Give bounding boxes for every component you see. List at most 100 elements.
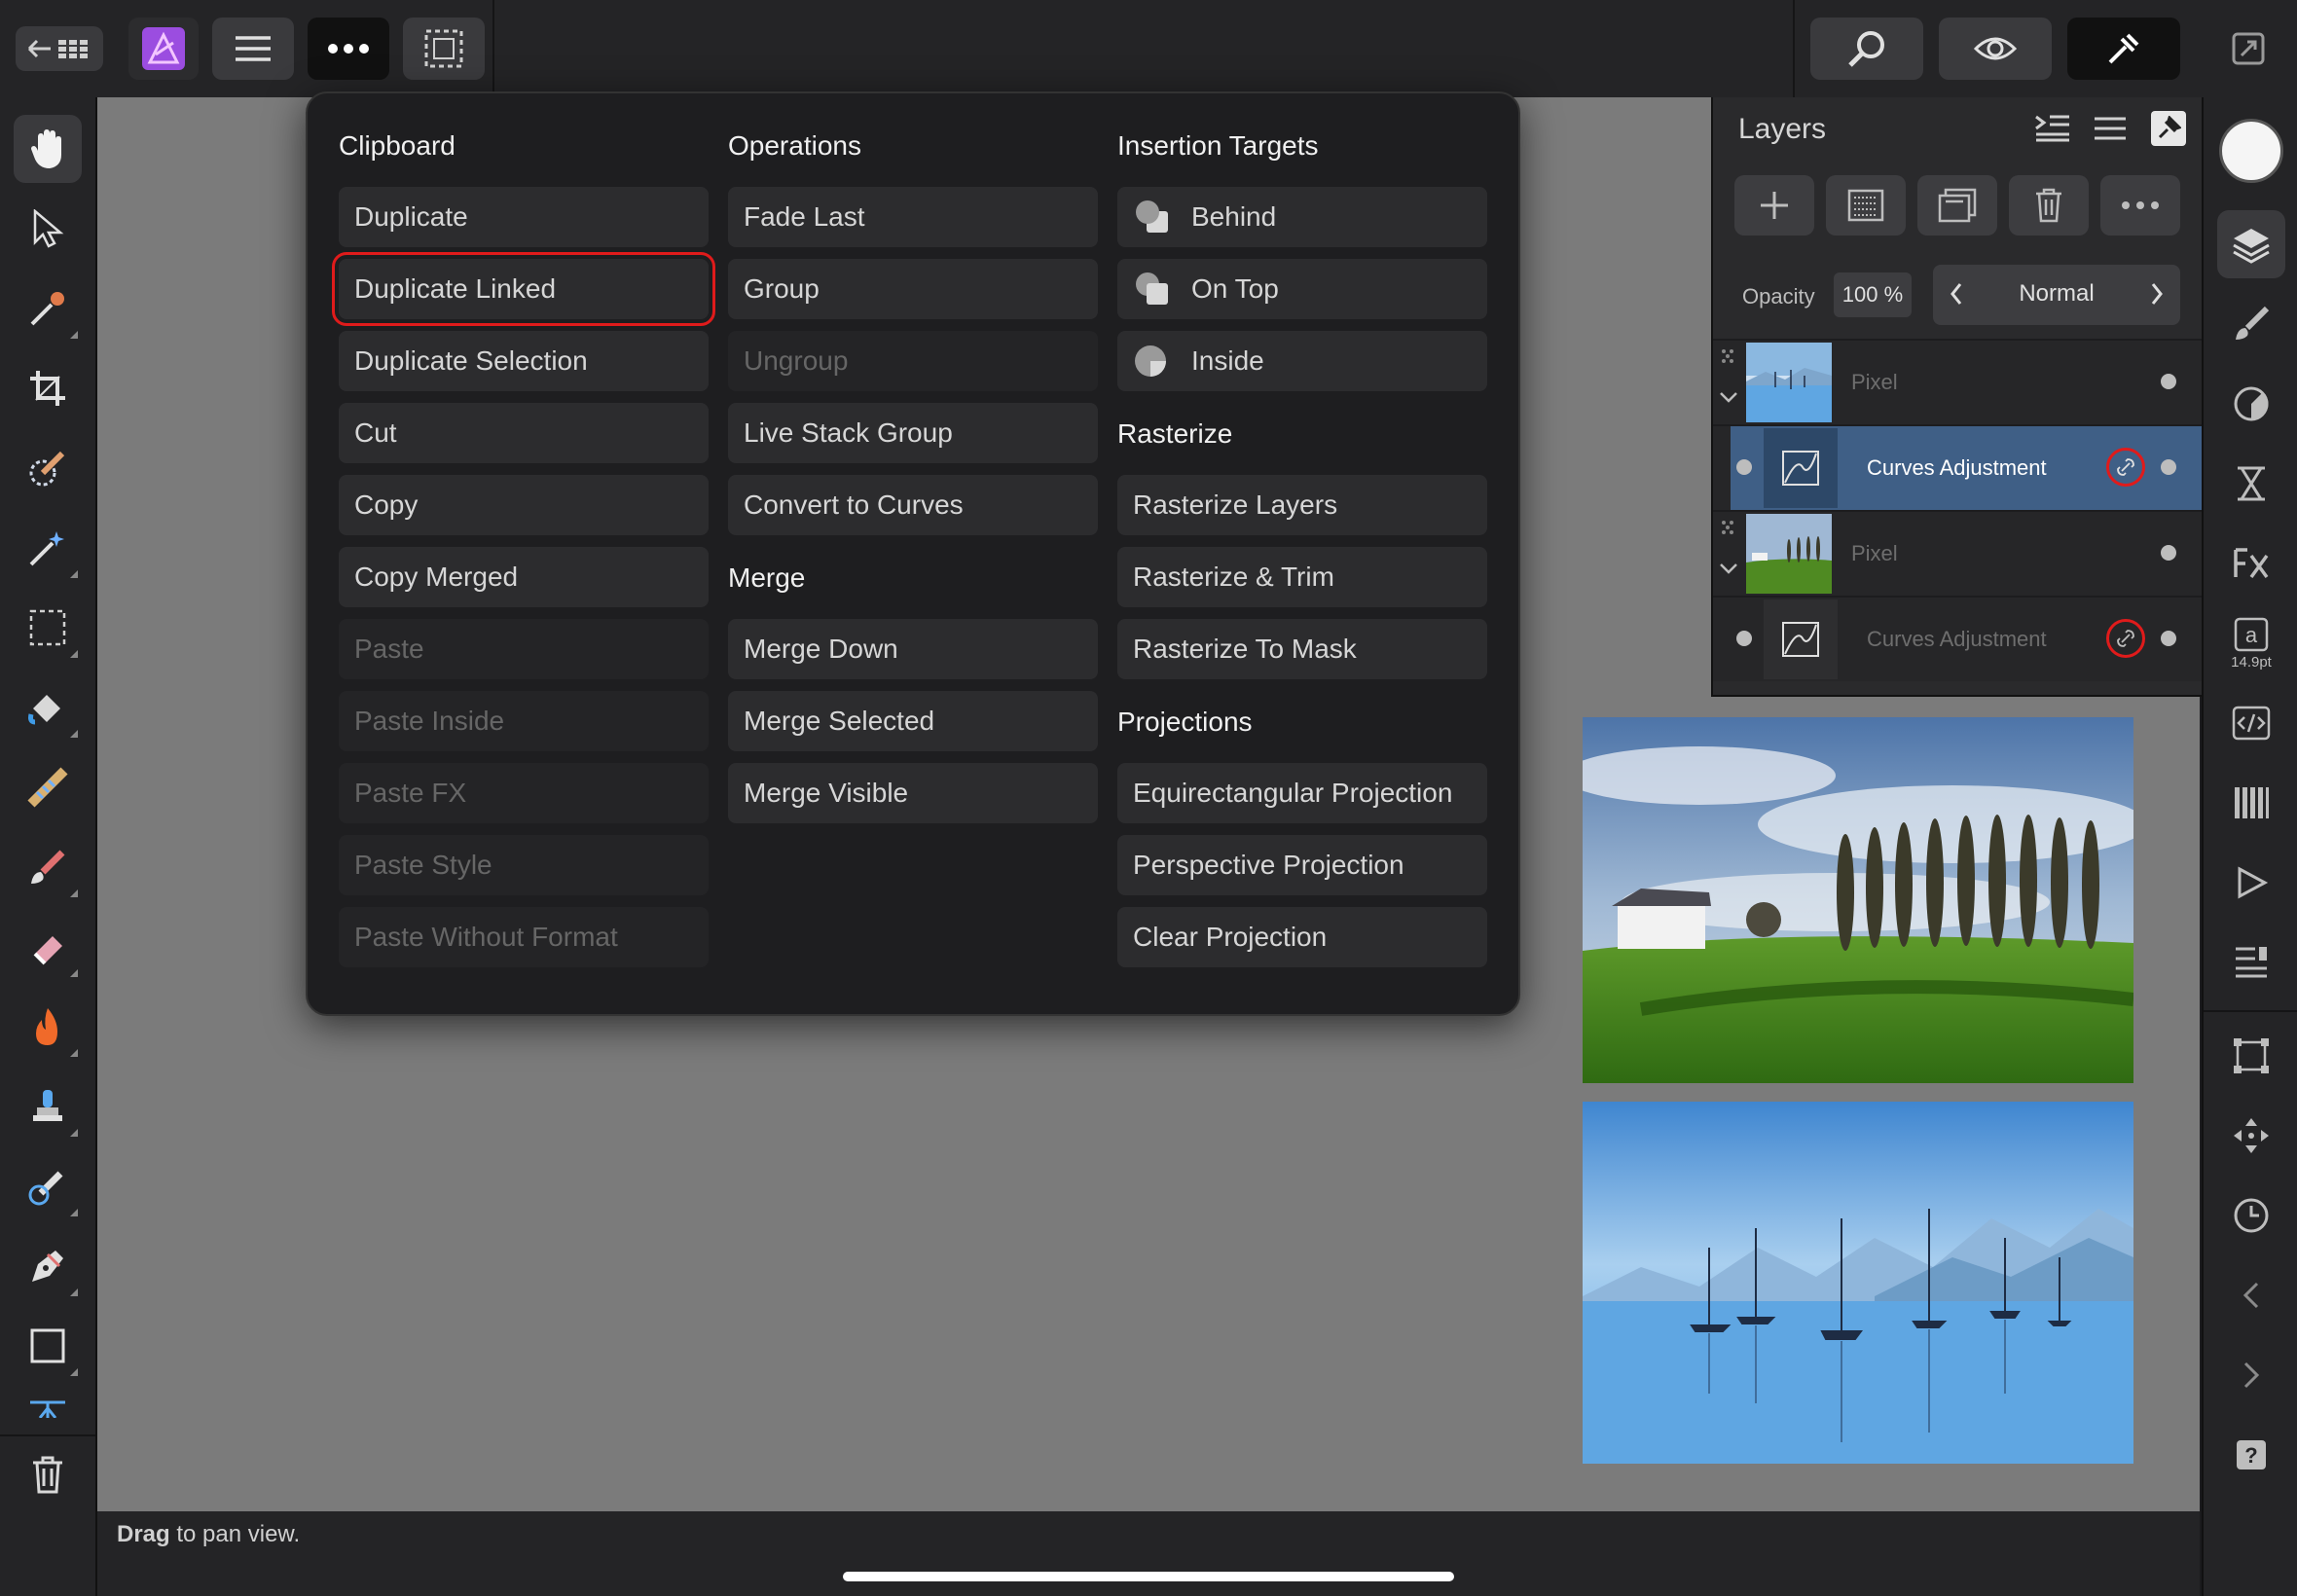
layer-visibility-dot[interactable] — [2161, 545, 2176, 561]
transform-studio-tab[interactable] — [2217, 1022, 2285, 1090]
menu-item-paste-fx[interactable]: Paste FX — [339, 763, 709, 823]
gradient-tool[interactable] — [14, 753, 82, 821]
expand-chevron-icon[interactable] — [1719, 389, 1738, 410]
add-mask-button[interactable] — [1826, 175, 1906, 236]
document-menu-button[interactable] — [212, 18, 294, 80]
menu-item-clear-projection[interactable]: Clear Projection — [1117, 907, 1487, 967]
macro-studio-tab[interactable] — [2217, 689, 2285, 757]
swatches-studio-tab[interactable] — [2217, 769, 2285, 837]
artistic-text-tool[interactable] — [14, 1392, 82, 1425]
assistant-button[interactable] — [2067, 18, 2180, 80]
menu-item-paste[interactable]: Paste — [339, 619, 709, 679]
delete-tool-button[interactable] — [14, 1440, 82, 1508]
blend-next-button[interactable] — [2149, 280, 2165, 312]
layer-row-curves-1[interactable]: Curves Adjustment — [1713, 424, 2202, 510]
menu-item-live-stack-group[interactable]: Live Stack Group — [728, 403, 1098, 463]
drag-handle-icon[interactable] — [1721, 520, 1734, 544]
flood-select-tool[interactable] — [14, 514, 82, 582]
app-persona-button[interactable] — [128, 18, 199, 80]
view-mode-button[interactable] — [1939, 18, 2052, 80]
menu-item-copy[interactable]: Copy — [339, 475, 709, 535]
layer-visibility-dot[interactable] — [2161, 631, 2176, 646]
layers-studio-tab[interactable] — [2217, 210, 2285, 278]
pen-tool[interactable] — [14, 1232, 82, 1300]
menu-item-rasterize-layers[interactable]: Rasterize Layers — [1117, 475, 1487, 535]
selection-menu-button[interactable] — [403, 18, 485, 80]
menu-item-duplicate-linked[interactable]: Duplicate Linked — [332, 252, 715, 326]
collapse-right-button[interactable] — [2217, 1341, 2285, 1409]
selection-brush-tool[interactable] — [14, 434, 82, 502]
text-studio-tab[interactable]: a 14.9pt — [2217, 609, 2285, 677]
opacity-value[interactable]: 100 % — [1834, 272, 1912, 317]
zoom-button[interactable] — [1810, 18, 1923, 80]
drag-handle-icon[interactable] — [1721, 348, 1734, 373]
layers-pin-button[interactable] — [2151, 111, 2186, 146]
history-studio-tab[interactable] — [2217, 1181, 2285, 1250]
toolbar-divider — [492, 0, 494, 97]
menu-item-perspective-projection[interactable]: Perspective Projection — [1117, 835, 1487, 895]
layer-visibility-dot[interactable] — [2161, 459, 2176, 475]
burn-brush-tool[interactable] — [14, 993, 82, 1061]
menu-item-paste-without-format[interactable]: Paste Without Format — [339, 907, 709, 967]
flood-fill-tool[interactable] — [14, 673, 82, 742]
menu-item-convert-to-curves[interactable]: Convert to Curves — [728, 475, 1098, 535]
erase-brush-tool[interactable] — [14, 913, 82, 981]
layer-options-button[interactable] — [2100, 175, 2180, 236]
help-button[interactable]: ? — [2217, 1421, 2285, 1489]
macro-play-studio-tab[interactable] — [2217, 849, 2285, 917]
group-layers-button[interactable] — [1917, 175, 1997, 236]
menu-item-duplicate[interactable]: Duplicate — [339, 187, 709, 247]
fx-studio-tab[interactable] — [2217, 529, 2285, 598]
back-to-gallery-button[interactable] — [16, 26, 103, 71]
linked-layer-indicator[interactable] — [2106, 448, 2145, 487]
collapse-left-button[interactable] — [2217, 1261, 2285, 1329]
menu-item-rasterize-trim[interactable]: Rasterize & Trim — [1117, 547, 1487, 607]
menu-item-merge-selected[interactable]: Merge Selected — [728, 691, 1098, 751]
layers-menu-button[interactable] — [2093, 115, 2128, 147]
view-tool[interactable] — [14, 115, 82, 183]
menu-item-paste-inside[interactable]: Paste Inside — [339, 691, 709, 751]
menu-item-duplicate-selection[interactable]: Duplicate Selection — [339, 331, 709, 391]
history-filter-studio-tab[interactable] — [2217, 450, 2285, 518]
layer-row-pixel-1[interactable]: Pixel — [1713, 339, 2202, 424]
blend-mode-value[interactable]: Normal — [1972, 280, 2141, 308]
layers-panel-title: Layers — [1738, 113, 1827, 145]
crop-tool[interactable] — [14, 354, 82, 422]
menu-item-rasterize-to-mask[interactable]: Rasterize To Mask — [1117, 619, 1487, 679]
color-swatch-button[interactable] — [2217, 117, 2285, 185]
menu-item-merge-down[interactable]: Merge Down — [728, 619, 1098, 679]
healing-brush-tool[interactable] — [14, 1152, 82, 1220]
layers-collapse-button[interactable] — [2034, 113, 2071, 147]
menu-item-cut[interactable]: Cut — [339, 403, 709, 463]
navigator-studio-tab[interactable] — [2217, 1102, 2285, 1170]
more-menu-button[interactable] — [308, 18, 389, 80]
blend-prev-button[interactable] — [1949, 280, 1964, 312]
expand-chevron-icon[interactable] — [1719, 561, 1738, 581]
menu-item-inside[interactable]: Inside — [1117, 331, 1487, 391]
adjustments-studio-tab[interactable] — [2217, 370, 2285, 438]
clone-brush-tool[interactable] — [14, 1072, 82, 1141]
menu-item-behind[interactable]: Behind — [1117, 187, 1487, 247]
marquee-tool[interactable] — [14, 594, 82, 662]
menu-item-group[interactable]: Group — [728, 259, 1098, 319]
delete-layer-button[interactable] — [2009, 175, 2089, 236]
rectangle-tool[interactable] — [14, 1312, 82, 1380]
layer-visibility-dot[interactable] — [2161, 374, 2176, 389]
menu-item-paste-style[interactable]: Paste Style — [339, 835, 709, 895]
menu-item-merge-visible[interactable]: Merge Visible — [728, 763, 1098, 823]
move-tool[interactable] — [14, 195, 82, 263]
menu-item-fade-last[interactable]: Fade Last — [728, 187, 1098, 247]
linked-layer-indicator[interactable] — [2106, 619, 2145, 658]
menu-item-ungroup[interactable]: Ungroup — [728, 331, 1098, 391]
fullscreen-button[interactable] — [2213, 18, 2283, 80]
layer-row-curves-2[interactable]: Curves Adjustment — [1713, 596, 2202, 681]
brushes-studio-tab[interactable] — [2217, 290, 2285, 358]
menu-item-on-top[interactable]: On Top — [1117, 259, 1487, 319]
menu-item-equirectangular-projection[interactable]: Equirectangular Projection — [1117, 763, 1487, 823]
layer-row-pixel-2[interactable]: Pixel — [1713, 510, 2202, 596]
color-picker-tool[interactable] — [14, 274, 82, 343]
add-layer-button[interactable] — [1734, 175, 1814, 236]
info-studio-tab[interactable] — [2217, 928, 2285, 997]
menu-item-copy-merged[interactable]: Copy Merged — [339, 547, 709, 607]
paint-brush-tool[interactable] — [14, 833, 82, 901]
